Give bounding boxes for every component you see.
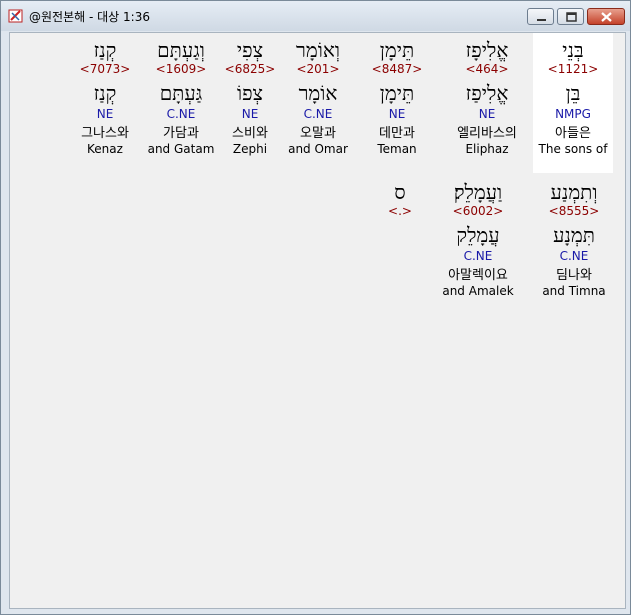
word-cell[interactable]: תֵּימָן <8487> תֵּימָן NE 데만과 Teman (366, 33, 428, 173)
strong-number-link[interactable]: <.> (382, 204, 418, 219)
word-cell[interactable]: קְנַז <7073> קְנַז NE 그나스와 Kenaz (72, 33, 138, 173)
window-title: @원전본해 - 대상 1:36 (29, 10, 150, 24)
hebrew-lemma: עֲמָלֵק (456, 223, 500, 247)
hebrew-word: וְאוֹמָר (296, 38, 340, 62)
hebrew-lemma: גַּעְתָּם (159, 81, 203, 105)
hebrew-lemma: אֱלִיפַז (465, 81, 509, 105)
korean-gloss: 데만과 (379, 126, 415, 141)
hebrew-lemma: קְנַז (93, 81, 117, 105)
strong-number-link[interactable]: <7073> (72, 62, 138, 77)
korean-gloss: 딤나와 (556, 268, 592, 283)
english-gloss: and Timna (542, 284, 606, 298)
english-gloss: and Omar (288, 142, 348, 156)
minimize-button[interactable] (527, 8, 554, 25)
korean-gloss: 그나스와 (81, 126, 129, 141)
close-button[interactable] (587, 8, 625, 25)
word-cell[interactable]: וְתִמְנַע <8555> תִּמְנָע C.NE 딤나와 and T… (536, 175, 612, 315)
english-gloss: Kenaz (87, 142, 123, 156)
morphology-code: NE (478, 107, 496, 121)
word-cell[interactable]: וְאוֹמָר <201> אוֹמָר C.NE 오말과 and Omar (283, 33, 353, 173)
word-cell[interactable]: בְּנֵי <1121> בֵּן NMPG 아들은 The sons of (533, 33, 613, 173)
korean-gloss: 오말과 (300, 126, 336, 141)
morphology-code: C.NE (303, 107, 333, 121)
app-window: @원전본해 - 대상 1:36 בְּנֵי <1121> בֵּן NMPG … (0, 0, 631, 615)
hebrew-word: צְפִי (236, 38, 264, 62)
english-gloss: Eliphaz (465, 142, 509, 156)
korean-gloss: 아들은 (555, 126, 591, 141)
strong-number-link[interactable]: <6825> (220, 62, 280, 77)
strong-number-link[interactable]: <1609> (144, 62, 218, 77)
strong-number-link[interactable]: <8555> (536, 204, 612, 219)
morphology-code: NE (96, 107, 114, 121)
english-gloss: Teman (377, 142, 417, 156)
hebrew-word: אֱלִיפָז (465, 38, 509, 62)
bible-app-icon[interactable] (8, 8, 24, 24)
english-gloss: Zephi (232, 142, 268, 156)
morphology-code: NMPG (555, 107, 591, 121)
maximize-icon (566, 12, 577, 22)
strong-number-link[interactable]: <201> (283, 62, 353, 77)
strong-number-link[interactable]: <1121> (533, 62, 613, 77)
title-bar[interactable]: @원전본해 - 대상 1:36 (1, 1, 630, 31)
hebrew-word: וַעֲמָלֵק׃ (453, 180, 503, 204)
hebrew-word: וְגַעְתָּם (157, 38, 205, 62)
morphology-code: C.NE (463, 249, 493, 263)
morphology-code: NE (241, 107, 259, 121)
hebrew-word: וְתִמְנַע (550, 180, 598, 204)
hebrew-lemma: צְפוֹ (236, 81, 264, 105)
hebrew-word: ס (394, 180, 406, 204)
close-icon (601, 12, 612, 22)
hebrew-lemma: אוֹמָר (298, 81, 338, 105)
morphology-code: C.NE (559, 249, 589, 263)
strong-number-link[interactable]: <464> (445, 62, 529, 77)
hebrew-word: בְּנֵי (562, 38, 584, 62)
korean-gloss: 아말렉이요 (448, 268, 508, 283)
korean-gloss: 가담과 (163, 126, 199, 141)
morphology-code: C.NE (166, 107, 196, 121)
hebrew-word: תֵּימָן (379, 38, 415, 62)
word-cell[interactable]: ס <.> (382, 175, 418, 235)
maximize-button[interactable] (557, 8, 584, 25)
english-gloss: and Amalek (442, 284, 514, 298)
hebrew-lemma: בֵּן (565, 81, 581, 105)
hebrew-lemma: תֵּימָן (379, 81, 415, 105)
korean-gloss: 스비와 (232, 126, 268, 141)
word-cell[interactable]: אֱלִיפָז <464> אֱלִיפַז NE 엘리바스의 Eliphaz (445, 33, 529, 173)
english-gloss: and Gatam (147, 142, 215, 156)
interlinear-panel: בְּנֵי <1121> בֵּן NMPG 아들은 The sons of … (9, 32, 626, 609)
minimize-icon (537, 19, 546, 21)
word-cell[interactable]: וַעֲמָלֵק׃ <6002> עֲמָלֵק C.NE 아말렉이요 and… (434, 175, 522, 315)
korean-gloss: 엘리바스의 (457, 126, 517, 141)
word-cell[interactable]: צְפִי <6825> צְפוֹ NE 스비와 Zephi (220, 33, 280, 173)
strong-number-link[interactable]: <8487> (366, 62, 428, 77)
morphology-code: NE (388, 107, 406, 121)
hebrew-lemma: תִּמְנָע (553, 223, 595, 247)
word-cell[interactable]: וְגַעְתָּם <1609> גַּעְתָּם C.NE 가담과 and… (144, 33, 218, 173)
english-gloss: The sons of (538, 142, 608, 156)
strong-number-link[interactable]: <6002> (434, 204, 522, 219)
hebrew-word: קְנַז (93, 38, 117, 62)
